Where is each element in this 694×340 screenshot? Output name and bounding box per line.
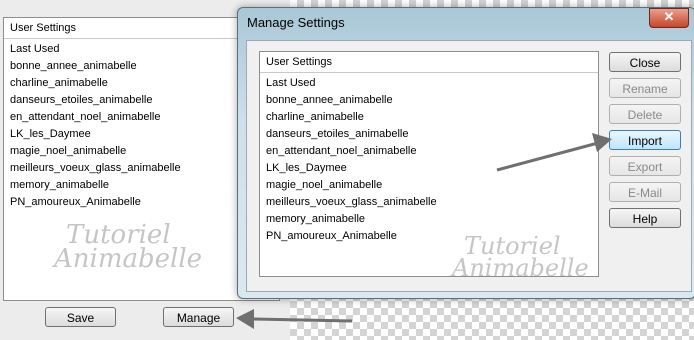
arrow-to-manage [236, 309, 353, 329]
arrow-to-import [496, 133, 612, 172]
annotation-arrows [236, 133, 612, 329]
